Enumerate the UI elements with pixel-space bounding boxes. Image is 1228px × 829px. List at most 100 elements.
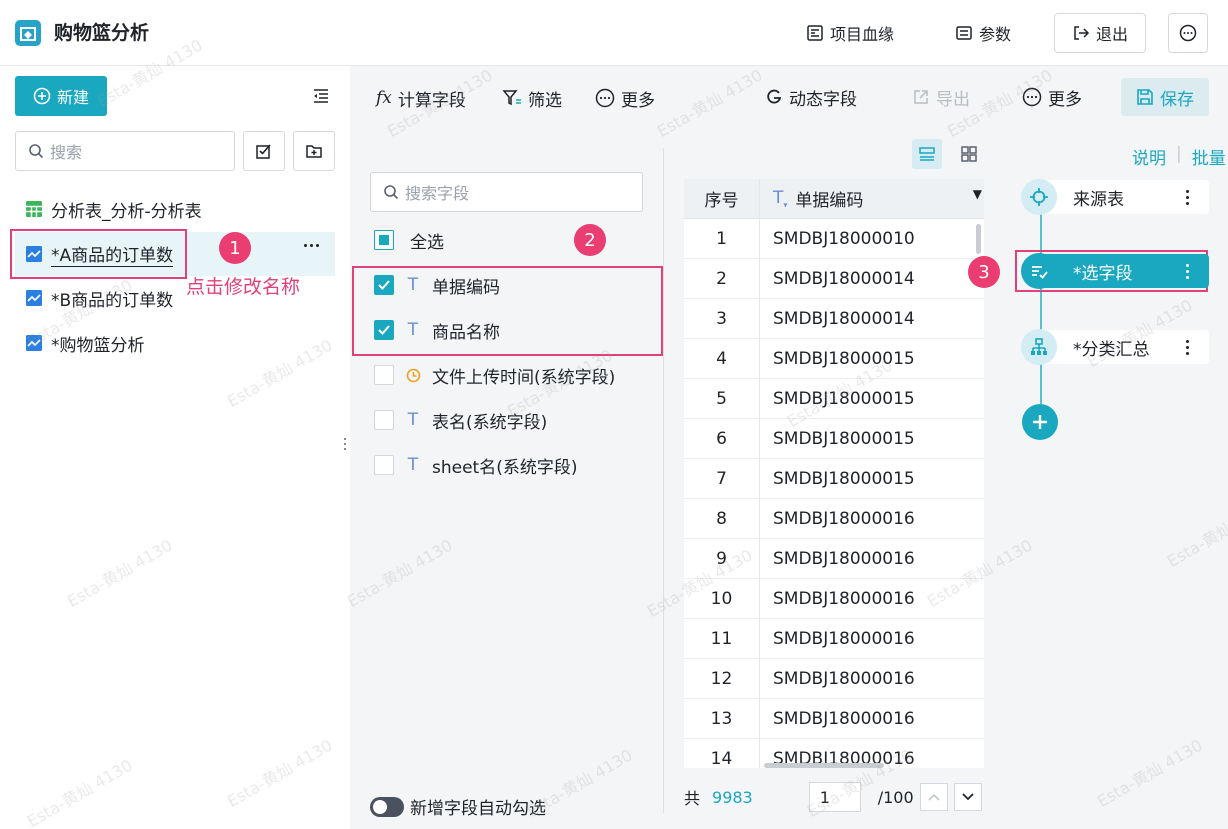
table-hscrollbar[interactable] [764, 763, 884, 768]
logout-button[interactable]: 退出 [1054, 13, 1146, 53]
new-button[interactable]: 新建 [15, 76, 107, 116]
grid-view-toggle[interactable] [954, 139, 984, 169]
table-vscrollbar[interactable] [976, 224, 981, 254]
cell-code: SMDBJ18000015 [773, 468, 915, 489]
table-row[interactable]: 9 SMDBJ18000016 [684, 539, 984, 579]
prev-page-button[interactable] [919, 783, 948, 811]
field-row[interactable]: T 单据编码 [374, 265, 500, 305]
next-page-button[interactable] [953, 783, 982, 811]
nav-item-a-orders[interactable]: *A商品的订单数 [10, 229, 187, 279]
more-options-button[interactable] [1168, 13, 1208, 53]
resize-handle[interactable] [343, 438, 347, 458]
lineage-label: 项目血缘 [830, 25, 895, 44]
table-row[interactable]: 11 SMDBJ18000016 [684, 619, 984, 659]
flow-node-group-summary[interactable]: *分类汇总 [1021, 329, 1209, 365]
cell-code: SMDBJ18000014 [773, 308, 915, 329]
node-menu-icon[interactable] [1177, 339, 1197, 355]
filter-button[interactable]: 筛选 [502, 78, 562, 118]
params-button[interactable]: 参数 [955, 13, 1011, 53]
logout-icon [1072, 24, 1090, 42]
table-row[interactable]: 3 SMDBJ18000014 [684, 299, 984, 339]
field-checkbox[interactable] [374, 365, 394, 385]
chevron-up-icon [927, 790, 941, 804]
table-row[interactable]: 13 SMDBJ18000016 [684, 699, 984, 739]
data-table: 序号 T▾ 单据编码 ▼ 1 SMDBJ18000010 2 SMDBJ1800001… [684, 179, 984, 768]
cell-code: SMDBJ18000010 [773, 228, 915, 249]
nav-item-basket-analysis[interactable]: *购物篮分析 [15, 322, 335, 364]
save-button[interactable]: 保存 [1121, 78, 1209, 116]
flow-panel-bg [1004, 128, 1228, 829]
calc-field-button[interactable]: fx 计算字段 [376, 78, 466, 118]
new-folder-button[interactable] [293, 131, 335, 171]
auto-check-toggle[interactable] [370, 796, 404, 817]
select-fields-icon [1021, 253, 1057, 289]
field-search-input[interactable]: 搜索字段 [370, 172, 643, 212]
field-row[interactable]: T 商品名称 [374, 310, 500, 350]
app-logo-icon [15, 20, 41, 46]
field-label: 文件上传时间(系统字段) [432, 367, 616, 388]
table-row[interactable]: 5 SMDBJ18000015 [684, 379, 984, 419]
fx-icon: fx [376, 88, 392, 108]
column-dropdown-icon[interactable]: ▼ [973, 187, 982, 201]
field-row[interactable]: 文件上传时间(系统字段) [374, 355, 615, 395]
cell-index: 8 [684, 499, 760, 538]
node-menu-icon[interactable] [1177, 189, 1197, 205]
table-row[interactable]: 2 SMDBJ18000014 [684, 259, 984, 299]
table-grid-icon [25, 200, 43, 218]
table-row[interactable]: 6 SMDBJ18000015 [684, 419, 984, 459]
field-checkbox[interactable] [374, 275, 394, 295]
field-checkbox[interactable] [374, 455, 394, 475]
item-more-icon[interactable] [304, 244, 319, 247]
page-input[interactable]: 1 [808, 782, 861, 812]
table-row[interactable]: 8 SMDBJ18000016 [684, 499, 984, 539]
list-view-toggle[interactable] [912, 139, 942, 169]
table-row[interactable]: 4 SMDBJ18000015 [684, 339, 984, 379]
cell-index: 9 [684, 539, 760, 578]
table-row[interactable]: 12 SMDBJ18000016 [684, 659, 984, 699]
more-circle-icon [1179, 24, 1197, 42]
select-all-row[interactable]: 全选 [374, 220, 444, 260]
project-lineage-button[interactable]: 项目血缘 [806, 13, 894, 53]
flow-node-label: *分类汇总 [1073, 339, 1150, 360]
text-type-icon: T [407, 455, 419, 475]
flow-node-select-fields[interactable]: *选字段 [1021, 253, 1209, 289]
batch-link[interactable]: 批量 [1192, 144, 1226, 169]
nav-item-b-orders[interactable]: *B商品的订单数 [15, 277, 335, 319]
col-header-code[interactable]: T▾ 单据编码 ▼ [760, 179, 984, 218]
grid-view-icon [960, 145, 978, 163]
collapse-panel-icon[interactable] [311, 86, 331, 106]
dynamic-field-button[interactable]: 动态字段 [765, 77, 857, 117]
field-row[interactable]: Tsheet名(系统字段) [374, 445, 577, 485]
nav-search-input[interactable]: 搜索 [15, 131, 235, 171]
select-all-checkbox[interactable] [374, 230, 394, 250]
more-left-button[interactable]: 更多 [595, 78, 655, 118]
flow-node-source[interactable]: 来源表 [1021, 179, 1209, 215]
dynamic-field-label: 动态字段 [789, 89, 857, 110]
more-right-button[interactable]: 更多 [1022, 77, 1082, 117]
auto-check-toggle-row[interactable]: 新增字段自动勾选 [370, 794, 546, 819]
field-checkbox[interactable] [374, 410, 394, 430]
cell-index: 3 [684, 299, 760, 338]
help-link[interactable]: 说明 [1132, 144, 1166, 169]
line-chart-icon [25, 334, 43, 352]
table-row[interactable]: 10 SMDBJ18000016 [684, 579, 984, 619]
lineage-icon [806, 24, 824, 42]
add-node-button[interactable] [1022, 404, 1058, 440]
col-header-index[interactable]: 序号 [684, 179, 760, 218]
table-row[interactable]: 7 SMDBJ18000015 [684, 459, 984, 499]
batch-select-button[interactable] [243, 131, 285, 171]
export-button[interactable]: 导出 [912, 77, 970, 117]
more-right-label: 更多 [1048, 89, 1082, 110]
total-prefix: 共 [684, 789, 701, 808]
line-chart-icon [25, 245, 43, 263]
nav-item-analysis-table[interactable]: 分析表_分析-分析表 [15, 188, 335, 230]
node-menu-icon[interactable] [1177, 263, 1197, 279]
field-row[interactable]: T 表名(系统字段) [374, 400, 547, 440]
cell-index: 11 [684, 619, 760, 658]
auto-check-label: 新增字段自动勾选 [410, 799, 546, 819]
cell-code: SMDBJ18000016 [773, 628, 915, 649]
table-row[interactable]: 1 SMDBJ18000010 [684, 219, 984, 259]
field-checkbox[interactable] [374, 320, 394, 340]
folder-plus-icon [305, 142, 323, 160]
flow-node-label: *选字段 [1073, 263, 1133, 284]
